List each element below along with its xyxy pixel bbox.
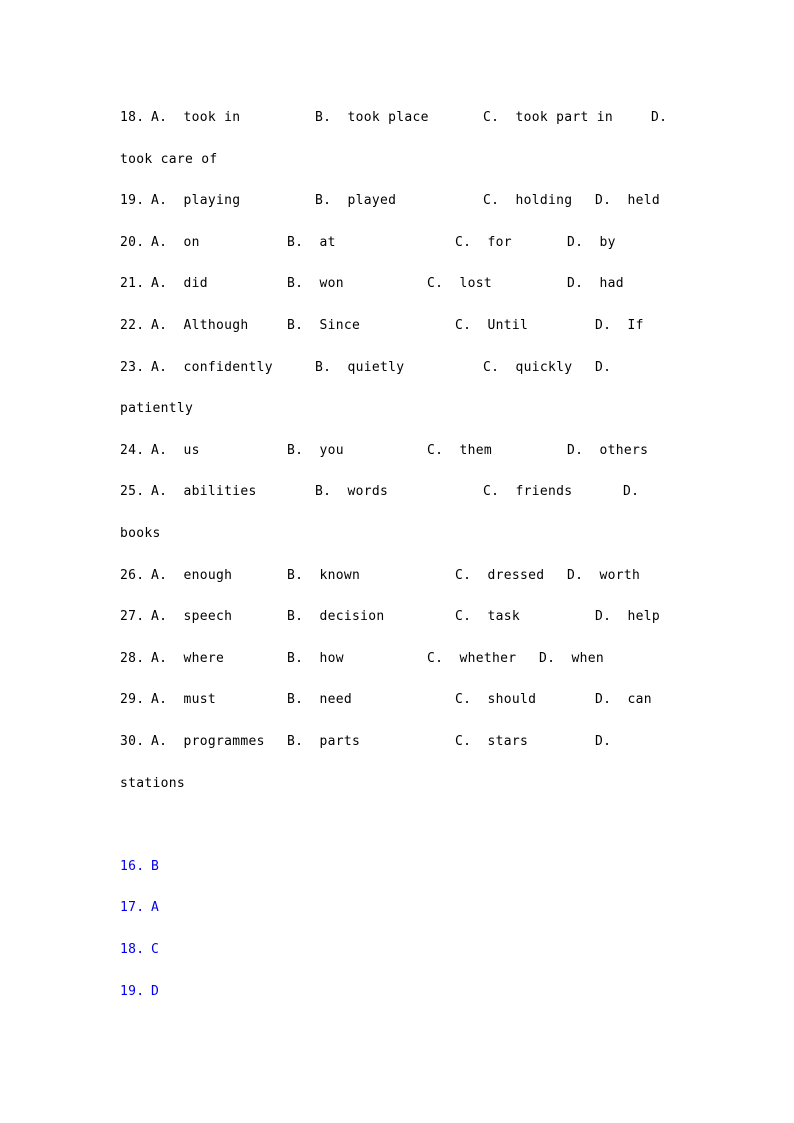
answer-16: 16. B — [0, 859, 794, 877]
option-d-text: books — [120, 526, 161, 541]
question-22: 22. A. Although B. Since C. Until D. If — [0, 318, 794, 336]
option-a: A. did — [151, 276, 208, 291]
answer-letter: A — [151, 900, 160, 915]
question-number: 18. — [120, 110, 145, 125]
question-19: 19. A. playing B. played C. holding D. h… — [0, 193, 794, 211]
option-d: D. worth — [567, 568, 641, 583]
question-21: 21. A. did B. won C. lost D. had — [0, 276, 794, 294]
option-a: A. playing — [151, 193, 241, 208]
question-number: 24. — [120, 443, 145, 458]
option-b: B. at — [287, 235, 336, 250]
option-b: B. need — [287, 692, 353, 707]
option-d: D. help — [595, 609, 661, 624]
option-c: C. task — [455, 609, 521, 624]
question-29: 29. A. must B. need C. should D. can — [0, 692, 794, 710]
option-a: A. us — [151, 443, 200, 458]
option-b: B. known — [287, 568, 361, 583]
option-d-text: patiently — [120, 401, 194, 416]
option-a: A. abilities — [151, 484, 257, 499]
option-d: D. If — [595, 318, 644, 333]
question-number: 27. — [120, 609, 145, 624]
question-number: 21. — [120, 276, 145, 291]
option-b: B. took place — [315, 110, 429, 125]
option-c: C. stars — [455, 734, 529, 749]
option-d: D. — [595, 360, 612, 375]
option-c: C. dressed — [455, 568, 545, 583]
option-a: A. on — [151, 235, 200, 250]
question-number: 30. — [120, 734, 145, 749]
answer-letter: D — [151, 984, 160, 999]
option-a: A. where — [151, 651, 225, 666]
option-a: A. Although — [151, 318, 249, 333]
question-30-wrap: stations — [0, 776, 794, 794]
answer-number: 16. — [120, 859, 145, 874]
option-d: D. held — [595, 193, 661, 208]
question-30: 30. A. programmes B. parts C. stars D. — [0, 734, 794, 752]
option-b: B. decision — [287, 609, 385, 624]
question-25: 25. A. abilities B. words C. friends D. — [0, 484, 794, 502]
option-a: A. confidently — [151, 360, 273, 375]
option-c: C. them — [427, 443, 493, 458]
option-b: B. how — [287, 651, 344, 666]
answer-number: 17. — [120, 900, 145, 915]
answer-number: 18. — [120, 942, 145, 957]
option-d: D. — [595, 734, 612, 749]
option-b: B. quietly — [315, 360, 405, 375]
option-c: C. holding — [483, 193, 573, 208]
answer-letter: C — [151, 942, 160, 957]
option-b: B. Since — [287, 318, 361, 333]
question-18: 18. A. took in B. took place C. took par… — [0, 110, 794, 128]
option-d: D. — [623, 484, 640, 499]
question-25-wrap: books — [0, 526, 794, 544]
option-c: C. should — [455, 692, 537, 707]
option-a: A. speech — [151, 609, 233, 624]
answer-17: 17. A — [0, 900, 794, 918]
answer-letter: B — [151, 859, 160, 874]
option-d: D. when — [539, 651, 605, 666]
option-c: C. whether — [427, 651, 517, 666]
question-26: 26. A. enough B. known C. dressed D. wor… — [0, 568, 794, 586]
question-number: 25. — [120, 484, 145, 499]
option-c: C. Until — [455, 318, 529, 333]
option-b: B. you — [287, 443, 344, 458]
option-c: C. for — [455, 235, 512, 250]
question-23-wrap: patiently — [0, 401, 794, 419]
option-c: C. quickly — [483, 360, 573, 375]
option-d: D. others — [567, 443, 649, 458]
question-number: 23. — [120, 360, 145, 375]
option-a: A. must — [151, 692, 217, 707]
question-number: 28. — [120, 651, 145, 666]
option-d: D. by — [567, 235, 616, 250]
option-d-text: took care of — [120, 152, 218, 167]
option-d-text: stations — [120, 776, 186, 791]
option-d: D. — [651, 110, 668, 125]
option-b: B. parts — [287, 734, 361, 749]
answer-18: 18. C — [0, 942, 794, 960]
option-b: B. played — [315, 193, 397, 208]
option-b: B. won — [287, 276, 344, 291]
question-number: 29. — [120, 692, 145, 707]
option-a: A. took in — [151, 110, 241, 125]
option-c: C. lost — [427, 276, 493, 291]
answer-number: 19. — [120, 984, 145, 999]
question-number: 19. — [120, 193, 145, 208]
question-number: 26. — [120, 568, 145, 583]
question-27: 27. A. speech B. decision C. task D. hel… — [0, 609, 794, 627]
option-b: B. words — [315, 484, 389, 499]
question-24: 24. A. us B. you C. them D. others — [0, 443, 794, 461]
question-18-wrap: took care of — [0, 152, 794, 170]
option-a: A. enough — [151, 568, 233, 583]
question-number: 20. — [120, 235, 145, 250]
question-20: 20. A. on B. at C. for D. by — [0, 235, 794, 253]
question-number: 22. — [120, 318, 145, 333]
option-a: A. programmes — [151, 734, 265, 749]
answer-19: 19. D — [0, 984, 794, 1002]
option-c: C. friends — [483, 484, 573, 499]
question-23: 23. A. confidently B. quietly C. quickly… — [0, 360, 794, 378]
question-28: 28. A. where B. how C. whether D. when — [0, 651, 794, 669]
option-d: D. can — [595, 692, 652, 707]
option-c: C. took part in — [483, 110, 614, 125]
option-d: D. had — [567, 276, 624, 291]
